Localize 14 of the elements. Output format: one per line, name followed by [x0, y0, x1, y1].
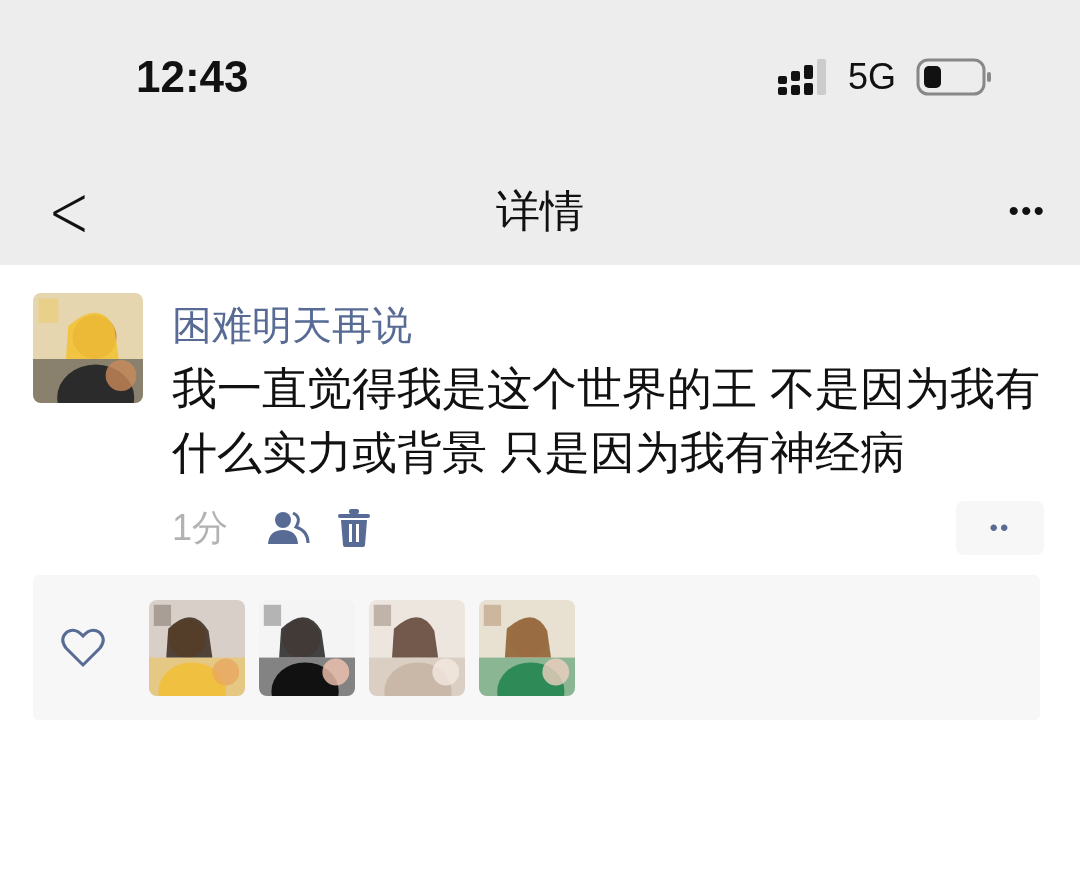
heart-icon[interactable]: [61, 627, 105, 668]
trash-icon[interactable]: [338, 509, 371, 547]
page-title: 详情: [495, 184, 585, 237]
more-button[interactable]: •••: [962, 193, 1052, 229]
post-time: 1分: [172, 505, 229, 550]
people-icon[interactable]: [266, 511, 311, 545]
network-label: 5G: [847, 56, 896, 98]
post-text: 我一直觉得我是这个世界的王 不是因为我有什么实力或背景 只是因为我有神经病: [172, 362, 1041, 480]
battery-icon: [916, 58, 992, 96]
signal-icon: [777, 59, 828, 95]
back-button[interactable]: <: [40, 167, 130, 255]
author-name[interactable]: 困难明天再说: [172, 297, 1044, 353]
status-time: 12:43: [136, 52, 250, 102]
more-button[interactable]: ••: [956, 501, 1044, 555]
